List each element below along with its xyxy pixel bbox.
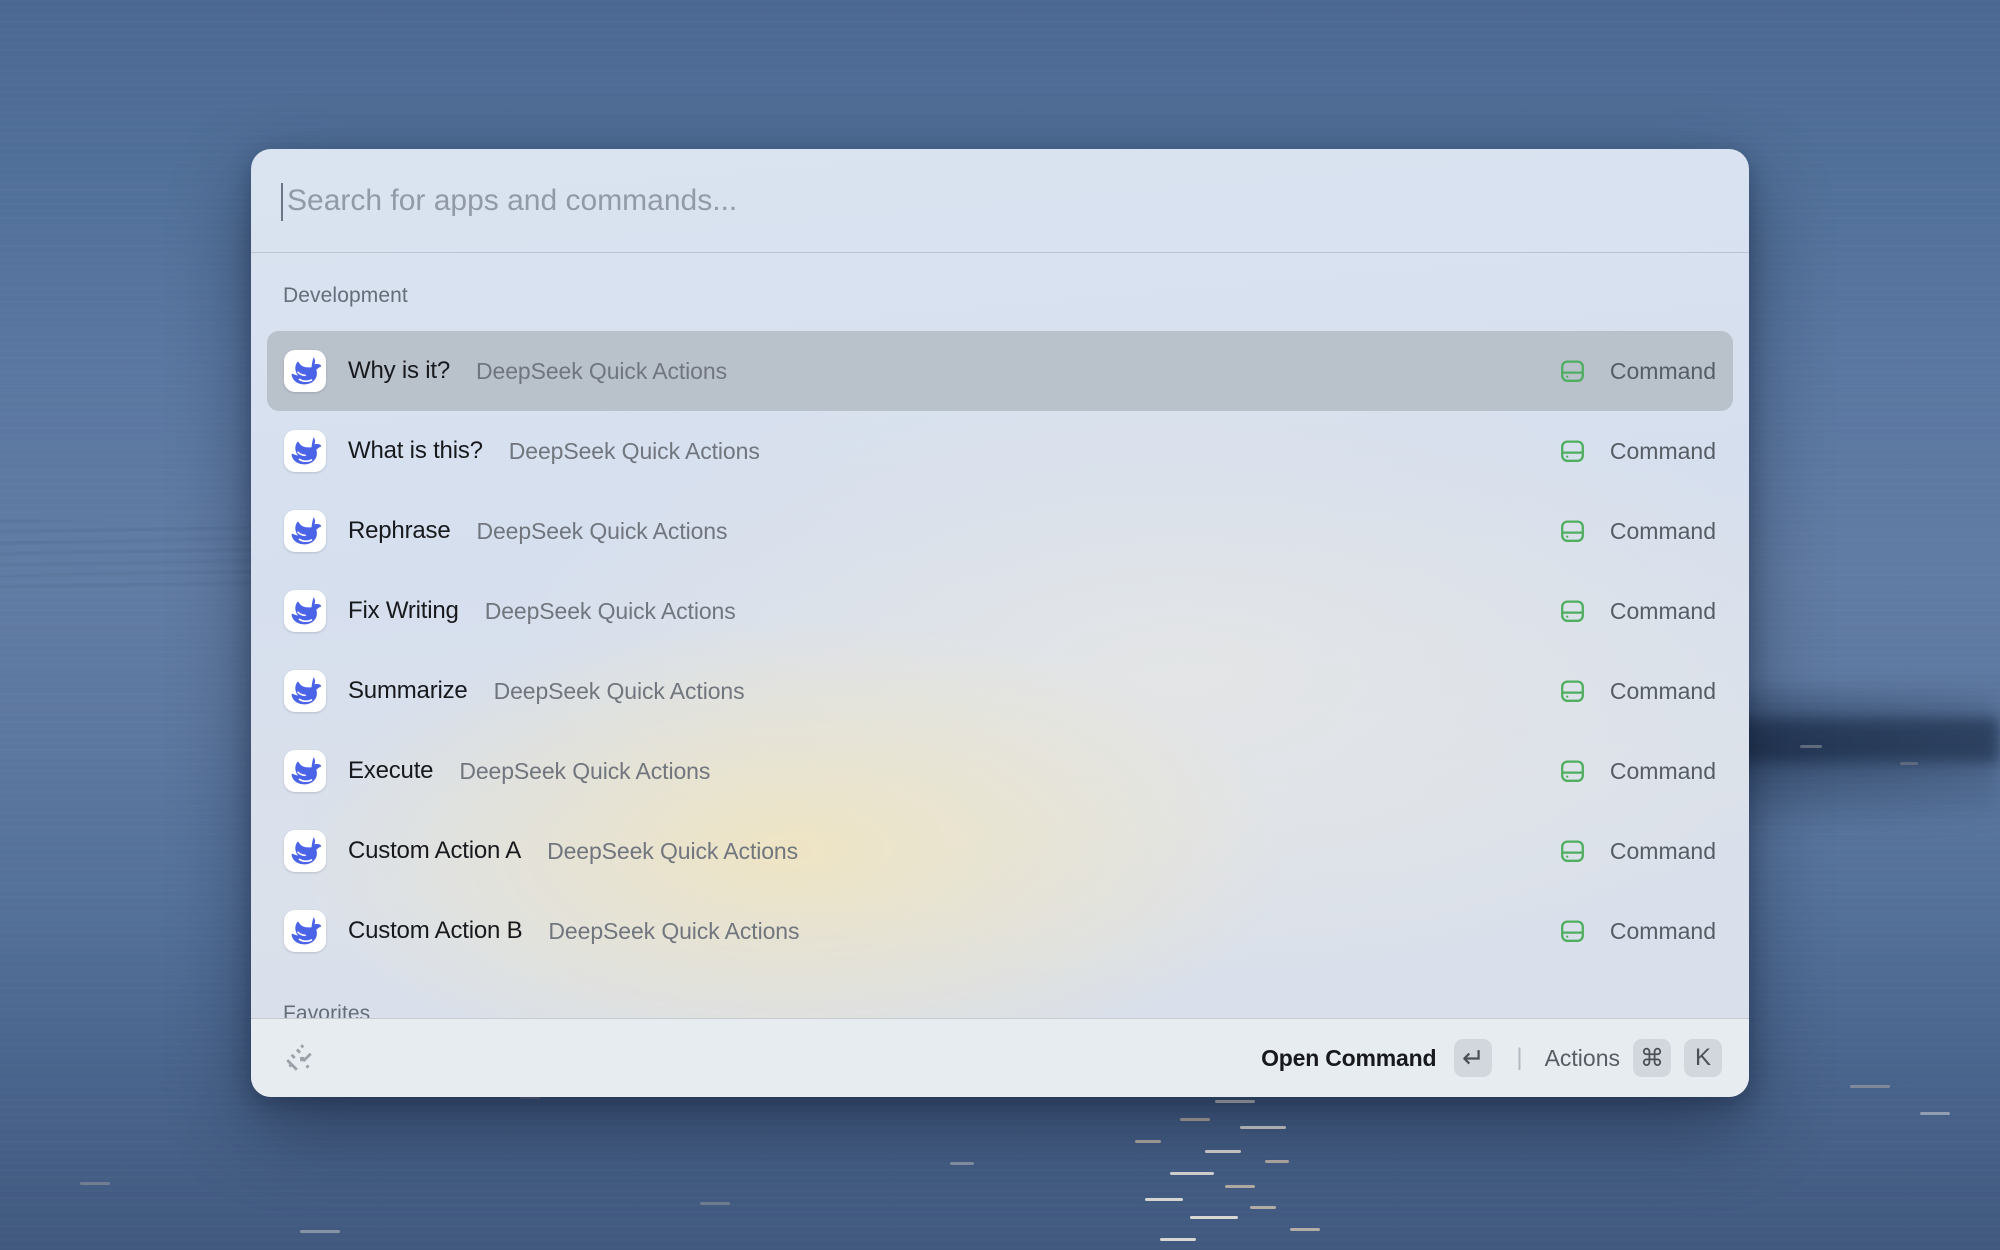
- command-row[interactable]: Rephrase DeepSeek Quick Actions Command: [267, 491, 1733, 571]
- actions-button[interactable]: Actions ⌘ K: [1545, 1039, 1722, 1077]
- deepseek-whale-icon: [284, 590, 326, 632]
- k-key: K: [1684, 1039, 1722, 1077]
- command-title: Execute: [348, 757, 433, 785]
- accessory-label: Command: [1610, 758, 1716, 785]
- command-title: What is this?: [348, 437, 483, 465]
- accessory-label: Command: [1610, 838, 1716, 865]
- command-row[interactable]: Why is it? DeepSeek Quick Actions Comman…: [267, 331, 1733, 411]
- deepseek-whale-icon: [284, 670, 326, 712]
- accessory-label: Command: [1610, 438, 1716, 465]
- accessory-label: Command: [1610, 518, 1716, 545]
- footer-actions: Open Command ↵ | Actions ⌘ K: [1261, 1039, 1722, 1077]
- command-accessory: Command: [1559, 918, 1716, 945]
- command-row[interactable]: What is this? DeepSeek Quick Actions Com…: [267, 411, 1733, 491]
- command-title: Rephrase: [348, 517, 450, 545]
- accessory-label: Command: [1610, 918, 1716, 945]
- command-list: Development Why is it? DeepSeek Quick Ac…: [251, 253, 1749, 1018]
- hard-drive-icon: [1559, 918, 1586, 945]
- accessory-label: Command: [1610, 358, 1716, 385]
- hard-drive-icon: [1559, 838, 1586, 865]
- command-subtitle: DeepSeek Quick Actions: [509, 438, 760, 465]
- open-command-button[interactable]: Open Command ↵: [1261, 1039, 1492, 1077]
- command-accessory: Command: [1559, 358, 1716, 385]
- accessory-label: Command: [1610, 678, 1716, 705]
- development-section-label: Development: [283, 283, 1733, 309]
- command-subtitle: DeepSeek Quick Actions: [547, 838, 798, 865]
- deepseek-whale-icon: [284, 510, 326, 552]
- command-subtitle: DeepSeek Quick Actions: [485, 598, 736, 625]
- command-accessory: Command: [1559, 758, 1716, 785]
- command-subtitle: DeepSeek Quick Actions: [548, 918, 799, 945]
- actions-label: Actions: [1545, 1045, 1620, 1072]
- command-row[interactable]: Execute DeepSeek Quick Actions Command: [267, 731, 1733, 811]
- text-caret: [281, 183, 283, 221]
- deepseek-whale-icon: [284, 830, 326, 872]
- command-accessory: Command: [1559, 518, 1716, 545]
- command-subtitle: DeepSeek Quick Actions: [476, 518, 727, 545]
- footer-divider: |: [1516, 1044, 1522, 1072]
- command-subtitle: DeepSeek Quick Actions: [494, 678, 745, 705]
- command-title: Fix Writing: [348, 597, 459, 625]
- footer: Open Command ↵ | Actions ⌘ K: [251, 1018, 1749, 1097]
- command-title: Why is it?: [348, 357, 450, 385]
- command-accessory: Command: [1559, 838, 1716, 865]
- hard-drive-icon: [1559, 758, 1586, 785]
- command-subtitle: DeepSeek Quick Actions: [459, 758, 710, 785]
- hard-drive-icon: [1559, 678, 1586, 705]
- deepseek-whale-icon: [284, 750, 326, 792]
- return-key: ↵: [1454, 1039, 1492, 1077]
- command-accessory: Command: [1559, 598, 1716, 625]
- open-command-label: Open Command: [1261, 1045, 1436, 1072]
- hard-drive-icon: [1559, 518, 1586, 545]
- command-row[interactable]: Summarize DeepSeek Quick Actions Command: [267, 651, 1733, 731]
- command-key: ⌘: [1633, 1039, 1671, 1077]
- command-accessory: Command: [1559, 438, 1716, 465]
- search-bar: [251, 149, 1749, 253]
- hard-drive-icon: [1559, 438, 1586, 465]
- command-row[interactable]: Custom Action A DeepSeek Quick Actions C…: [267, 811, 1733, 891]
- launcher-panel: Development Why is it? DeepSeek Quick Ac…: [251, 149, 1749, 1097]
- command-row[interactable]: Custom Action B DeepSeek Quick Actions C…: [267, 891, 1733, 971]
- accessory-label: Command: [1610, 598, 1716, 625]
- command-row[interactable]: Fix Writing DeepSeek Quick Actions Comma…: [267, 571, 1733, 651]
- command-title: Custom Action B: [348, 917, 522, 945]
- deepseek-whale-icon: [284, 350, 326, 392]
- favorites-section-label: Favorites: [283, 1001, 1733, 1018]
- command-title: Summarize: [348, 677, 468, 705]
- command-accessory: Command: [1559, 678, 1716, 705]
- search-input[interactable]: [251, 149, 1749, 252]
- raycast-logo-icon: [283, 1042, 315, 1074]
- command-subtitle: DeepSeek Quick Actions: [476, 358, 727, 385]
- hard-drive-icon: [1559, 598, 1586, 625]
- command-title: Custom Action A: [348, 837, 521, 865]
- deepseek-whale-icon: [284, 430, 326, 472]
- deepseek-whale-icon: [284, 910, 326, 952]
- hard-drive-icon: [1559, 358, 1586, 385]
